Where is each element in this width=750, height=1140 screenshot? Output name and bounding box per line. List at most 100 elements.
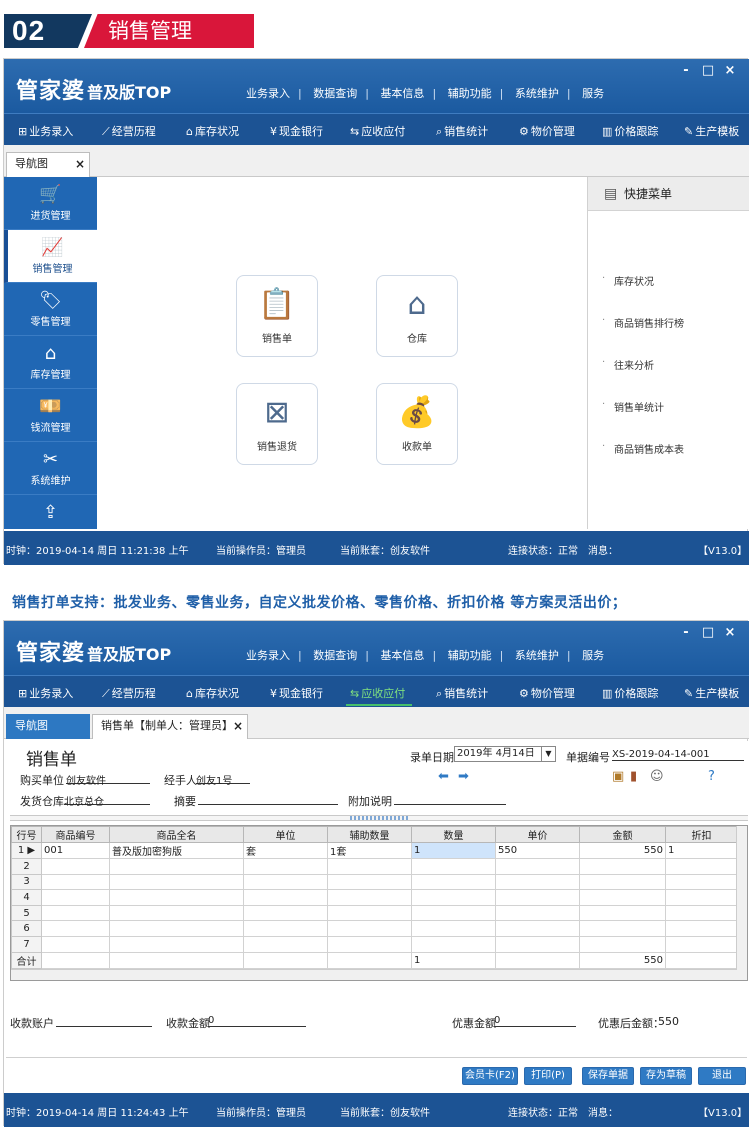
table-cell[interactable]: 1 — [665, 842, 738, 859]
sidebar-item-export[interactable]: ⇪ — [4, 495, 97, 529]
table-cell[interactable] — [411, 920, 496, 937]
prev-arrow-icon[interactable]: ⬅ — [438, 769, 449, 784]
table-cell[interactable] — [579, 858, 666, 875]
table-cell[interactable] — [327, 889, 412, 906]
table-cell[interactable] — [665, 858, 738, 875]
sidebar-item-inventory[interactable]: ⌂ 库存管理 — [4, 336, 97, 389]
table-cell[interactable] — [41, 858, 110, 875]
table-cell[interactable] — [243, 889, 328, 906]
table-cell[interactable] — [495, 858, 580, 875]
table-cell[interactable] — [665, 889, 738, 906]
table-cell[interactable] — [579, 920, 666, 937]
sidebar-item-retail[interactable]: 🏷 零售管理 — [4, 283, 97, 336]
table-cell[interactable] — [109, 873, 244, 891]
table-cell[interactable] — [109, 904, 244, 922]
buyer-field[interactable]: 创友软件 — [66, 772, 150, 787]
close-icon[interactable]: × — [75, 153, 85, 175]
menu-item[interactable]: 基本信息 — [372, 85, 432, 101]
column-header[interactable]: 商品全名 — [109, 826, 244, 843]
menu-item[interactable]: 业务录入 — [238, 647, 298, 663]
menu-item[interactable]: 基本信息 — [372, 647, 432, 663]
table-cell[interactable] — [411, 904, 496, 922]
table-row[interactable]: 5 — [11, 904, 738, 922]
table-row[interactable]: 1 ▶ 001 普及版加密狗版套 1套 1 550 550 1 — [11, 842, 738, 859]
column-header[interactable]: 商品编号 — [41, 826, 110, 843]
column-header[interactable]: 辅助数量 — [327, 826, 412, 843]
bill-no-field[interactable]: XS-2019-04-14-001 — [612, 749, 744, 761]
toolbar-history[interactable]: ⟋ 经营历程 — [102, 685, 156, 701]
table-cell[interactable] — [327, 873, 412, 891]
horizontal-scrollbar[interactable] — [11, 969, 737, 980]
table-row[interactable]: 2 — [11, 858, 738, 875]
column-header[interactable]: 折扣 — [665, 826, 738, 843]
tab-navigation[interactable]: 导航图 — [6, 714, 90, 739]
table-cell[interactable] — [495, 873, 580, 891]
print-button[interactable]: 打印(P) — [524, 1067, 572, 1085]
quick-menu-item[interactable]: 销售单统计 — [602, 399, 664, 414]
handler-field[interactable]: 创友1号 — [196, 772, 250, 787]
table-cell[interactable] — [327, 904, 412, 922]
column-header[interactable]: 行号 — [11, 826, 42, 843]
table-cell[interactable] — [495, 904, 580, 922]
table-cell[interactable] — [243, 935, 328, 953]
toolbar-business-entry[interactable]: ⊞ 业务录入 — [18, 685, 73, 701]
quick-menu-item[interactable]: 往来分析 — [602, 357, 654, 372]
table-cell[interactable]: 550 — [495, 842, 580, 859]
column-header[interactable]: 单价 — [495, 826, 580, 843]
vertical-scrollbar[interactable] — [736, 826, 747, 980]
table-cell[interactable] — [243, 858, 328, 875]
table-cell[interactable] — [243, 873, 328, 891]
toolbar-price-track[interactable]: ▥ 价格跟踪 — [602, 123, 658, 139]
toolbar-cash[interactable]: ¥ 现金银行 — [270, 685, 323, 701]
quick-menu-item[interactable]: 商品销售排行榜 — [602, 315, 684, 330]
table-cell[interactable] — [411, 858, 496, 875]
table-cell[interactable] — [579, 935, 666, 953]
menu-item[interactable]: 服务 — [574, 85, 612, 101]
sidebar-item-system[interactable]: ✂ 系统维护 — [4, 442, 97, 495]
minimize-button[interactable]: - — [675, 625, 697, 640]
tab-sales-order[interactable]: 销售单【制单人：管理员】 × — [92, 714, 248, 739]
toolbar-cash[interactable]: ¥ 现金银行 — [270, 123, 323, 139]
discount-field[interactable]: 0 — [494, 1015, 576, 1027]
close-icon[interactable]: × — [233, 715, 243, 737]
book-icon[interactable]: ▮ — [630, 769, 637, 784]
table-cell[interactable] — [109, 920, 244, 937]
box-icon[interactable]: ▣ — [612, 769, 624, 784]
toolbar-sales-stats[interactable]: ⌕ 销售统计 — [436, 123, 488, 139]
maximize-button[interactable]: □ — [697, 63, 719, 78]
table-cell[interactable] — [495, 920, 580, 937]
menu-item[interactable]: 数据查询 — [305, 85, 365, 101]
table-row[interactable]: 7 — [11, 935, 738, 953]
chevron-down-icon[interactable]: ▼ — [541, 747, 555, 761]
toolbar-stock[interactable]: ⌂ 库存状况 — [186, 685, 239, 701]
column-header[interactable]: 单位 — [243, 826, 328, 843]
menu-item[interactable]: 辅助功能 — [440, 85, 500, 101]
table-cell[interactable]: 1套 — [327, 842, 412, 859]
sidebar-item-cashflow[interactable]: 💴 钱流管理 — [4, 389, 97, 442]
close-button[interactable]: × — [719, 63, 741, 78]
toolbar-price-track[interactable]: ▥ 价格跟踪 — [602, 685, 658, 701]
splitter-handle[interactable] — [10, 815, 748, 821]
table-cell[interactable] — [579, 873, 666, 891]
table-cell[interactable]: 001 — [41, 842, 110, 859]
table-cell[interactable] — [109, 858, 244, 875]
table-cell[interactable] — [665, 935, 738, 953]
account-field[interactable] — [56, 1015, 152, 1027]
table-cell[interactable] — [327, 858, 412, 875]
toolbar-production[interactable]: ✎ 生产模板 — [684, 123, 739, 139]
table-cell[interactable] — [243, 920, 328, 937]
menu-item[interactable]: 服务 — [574, 647, 612, 663]
quick-menu-item[interactable]: 库存状况 — [602, 273, 654, 288]
menu-item[interactable]: 数据查询 — [305, 647, 365, 663]
table-cell[interactable] — [411, 873, 496, 891]
table-cell[interactable]: 1 — [411, 842, 496, 859]
table-cell[interactable] — [665, 904, 738, 922]
toolbar-receivable[interactable]: ⇆ 应收应付 — [350, 685, 405, 701]
summary-field[interactable] — [198, 793, 338, 805]
save-draft-button[interactable]: 存为草稿 — [640, 1067, 692, 1085]
tile-sales-return[interactable]: ⊠ 销售退货 — [236, 383, 318, 465]
table-cell[interactable] — [579, 889, 666, 906]
user-icon[interactable]: ☺ — [650, 769, 664, 784]
tab-navigation[interactable]: 导航图 × — [6, 152, 90, 177]
sidebar-item-sales[interactable]: 📈 销售管理 — [4, 230, 97, 283]
